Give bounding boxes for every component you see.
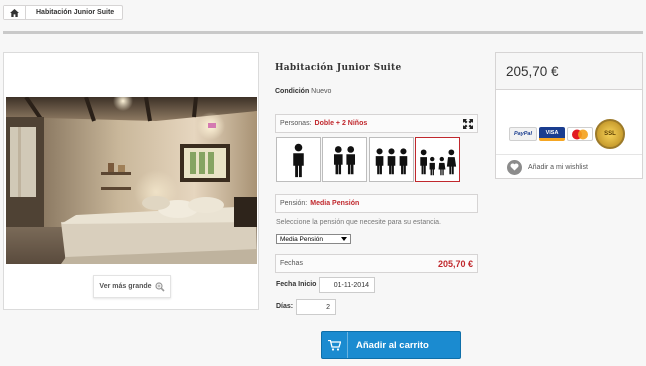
days-label: Días:: [276, 303, 294, 310]
top-divider: [3, 31, 643, 34]
wishlist-link[interactable]: Añadir a mi wishlist: [496, 154, 642, 179]
dates-price: 205,70 €: [437, 258, 473, 269]
occupancy-option-single[interactable]: [276, 137, 321, 182]
product-image-block: Ver más grande: [3, 52, 259, 310]
pension-bar: Pensión: Media Pensión: [275, 194, 478, 213]
side-price: 205,70 €: [506, 63, 559, 79]
start-date-input[interactable]: 01-11-2014: [319, 277, 375, 293]
paypal-icon: PayPal: [509, 127, 537, 141]
expand-icon[interactable]: [463, 119, 473, 129]
home-icon: [10, 8, 19, 17]
wishlist-label: Añadir a mi wishlist: [528, 163, 588, 171]
pension-help-text: Seleccione la pensión que necesite para …: [276, 219, 441, 226]
condition-value: Nuevo: [311, 88, 332, 95]
payment-methods: PayPal VISA SSL: [509, 119, 625, 149]
view-larger-button[interactable]: Ver más grande: [93, 275, 171, 298]
persons-value: Doble + 2 Niños: [314, 120, 368, 127]
single-person-icon: [293, 143, 304, 178]
price-box: 205,70 € PayPal VISA SSL Añadir a mi wis…: [495, 52, 643, 179]
persons-label: Personas:: [280, 120, 312, 127]
pension-select[interactable]: Media Pensión: [276, 234, 351, 244]
chevron-down-icon: [341, 237, 347, 241]
occupancy-option-family[interactable]: [415, 137, 460, 182]
cart-icon: [328, 339, 341, 351]
zoom-icon: [154, 281, 165, 292]
breadcrumb-current: Habitación Junior Suite: [36, 9, 115, 16]
view-larger-label: Ver más grande: [99, 283, 152, 290]
dates-bar: Fechas 205,70 €: [275, 254, 478, 273]
occupancy-option-double[interactable]: [322, 137, 367, 182]
visa-icon: VISA: [539, 127, 565, 141]
room-photo[interactable]: [6, 97, 257, 264]
dates-label: Fechas: [280, 260, 303, 267]
add-to-cart-button[interactable]: Añadir al carrito: [321, 331, 461, 359]
product-condition: Condición Nuevo: [275, 88, 331, 95]
pension-label: Pensión:: [280, 200, 308, 207]
three-persons-icon: [375, 148, 408, 175]
pension-select-value: Media Pensión: [280, 235, 323, 243]
two-persons-icon: [333, 146, 356, 175]
breadcrumb: Habitación Junior Suite: [3, 5, 124, 20]
days-input[interactable]: 2: [296, 299, 336, 315]
start-date-label: Fecha Inicio: [276, 281, 317, 288]
breadcrumb-home-link[interactable]: [4, 6, 26, 19]
persons-bar: Personas: Doble + 2 Niños: [275, 114, 478, 133]
occupancy-option-triple[interactable]: [369, 137, 414, 182]
mastercard-icon: [567, 127, 593, 141]
add-to-cart-label: Añadir al carrito: [356, 339, 429, 351]
ssl-icon: SSL: [595, 119, 625, 149]
product-title: Habitación Junior Suite: [275, 63, 402, 73]
pension-value: Media Pensión: [310, 200, 360, 207]
heart-icon: [507, 159, 522, 175]
condition-label: Condición: [275, 88, 310, 95]
family-icon: [420, 149, 457, 176]
